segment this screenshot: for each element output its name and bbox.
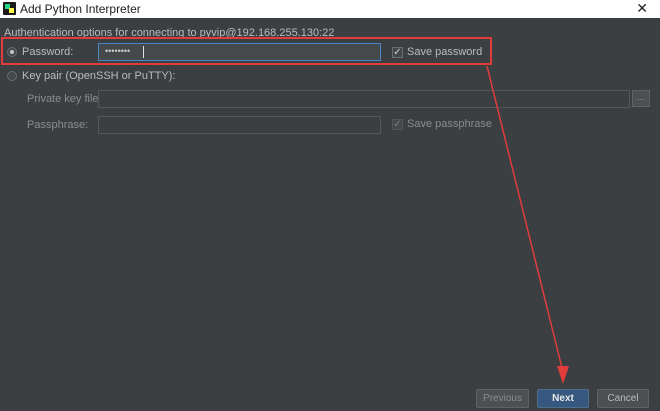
pycharm-icon — [3, 2, 16, 15]
private-key-label: Private key file: — [27, 93, 102, 105]
previous-button[interactable]: Previous — [476, 389, 529, 408]
private-key-input[interactable] — [98, 90, 630, 108]
title-bar: Add Python Interpreter ✕ — [0, 0, 660, 18]
annotation-arrow-line — [486, 65, 564, 373]
check-icon: ✓ — [393, 119, 402, 130]
annotation-arrow-head — [557, 366, 569, 384]
keypair-label: Key pair (OpenSSH or PuTTY): — [22, 70, 176, 82]
save-passphrase-label: Save passphrase — [407, 118, 492, 130]
passphrase-label: Passphrase: — [27, 119, 89, 131]
passphrase-input[interactable] — [98, 116, 381, 134]
keypair-radio[interactable] — [7, 71, 17, 81]
save-passphrase-checkbox[interactable]: ✓ — [392, 119, 403, 130]
annotation-highlight-box — [1, 37, 492, 65]
browse-button[interactable]: ... — [632, 90, 650, 107]
next-button[interactable]: Next — [537, 389, 589, 408]
close-icon[interactable]: ✕ — [636, 0, 648, 17]
window-title: Add Python Interpreter — [20, 2, 141, 16]
cancel-button[interactable]: Cancel — [597, 389, 649, 408]
